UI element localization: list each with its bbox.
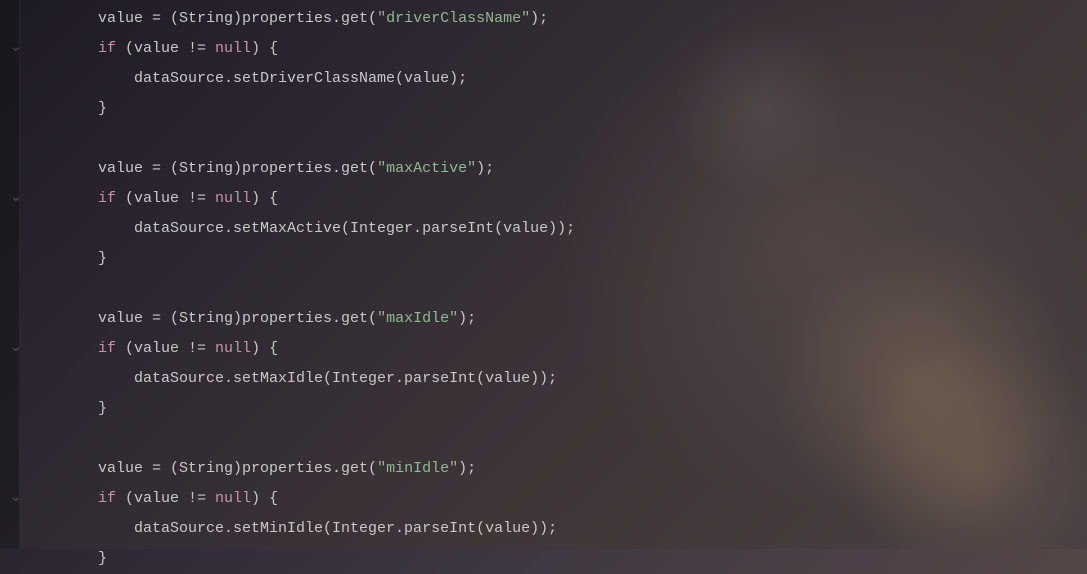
code-token-plain: value = (: [98, 460, 179, 477]
code-line[interactable]: dataSource.setDriverClassName(value);: [98, 64, 1087, 94]
code-token-plain: ) {: [251, 40, 278, 57]
code-token-plain: ) {: [251, 190, 278, 207]
code-token-plain: value = (: [98, 10, 179, 27]
code-token-keyword: if: [98, 40, 116, 57]
code-token-keyword-null: null: [215, 190, 251, 207]
code-line[interactable]: value = (String)properties.get("maxActiv…: [98, 154, 1087, 184]
editor-gutter: ⌄⌄⌄⌄: [0, 0, 20, 549]
code-line[interactable]: if (value != null) {: [98, 334, 1087, 364]
code-line[interactable]: if (value != null) {: [98, 484, 1087, 514]
code-token-string: "driverClassName": [377, 10, 530, 27]
code-token-plain: (value !=: [116, 190, 215, 207]
code-editor-area[interactable]: value = (String)properties.get("driverCl…: [20, 0, 1087, 574]
code-token-plain: dataSource.setMaxIdle(Integer.parseInt(v…: [134, 370, 557, 387]
code-token-plain: String: [179, 460, 233, 477]
code-token-plain: ) {: [251, 340, 278, 357]
code-token-keyword: if: [98, 490, 116, 507]
code-line[interactable]: dataSource.setMaxActive(Integer.parseInt…: [98, 214, 1087, 244]
code-token-string: "maxActive": [377, 160, 476, 177]
code-line[interactable]: if (value != null) {: [98, 184, 1087, 214]
code-token-plain: );: [458, 460, 476, 477]
code-line[interactable]: value = (String)properties.get("driverCl…: [98, 4, 1087, 34]
code-token-brace: }: [98, 400, 107, 417]
code-token-keyword: if: [98, 340, 116, 357]
code-token-keyword-null: null: [215, 340, 251, 357]
code-token-plain: String: [179, 160, 233, 177]
code-token-plain: dataSource.setMinIdle(Integer.parseInt(v…: [134, 520, 557, 537]
code-line[interactable]: [98, 124, 1087, 154]
code-token-plain: String: [179, 310, 233, 327]
code-token-plain: dataSource.setMaxActive(Integer.parseInt…: [134, 220, 575, 237]
code-token-plain: (value !=: [116, 490, 215, 507]
code-line[interactable]: [98, 274, 1087, 304]
code-line[interactable]: [98, 424, 1087, 454]
code-token-plain: )properties.get(: [233, 10, 377, 27]
code-token-plain: )properties.get(: [233, 460, 377, 477]
code-token-brace: }: [98, 550, 107, 567]
code-token-plain: value = (: [98, 160, 179, 177]
code-token-keyword-null: null: [215, 490, 251, 507]
code-token-plain: );: [530, 10, 548, 27]
code-token-plain: );: [458, 310, 476, 327]
code-line[interactable]: }: [98, 244, 1087, 274]
code-token-plain: );: [476, 160, 494, 177]
code-token-plain: ) {: [251, 490, 278, 507]
code-token-plain: String: [179, 10, 233, 27]
code-token-brace: }: [98, 250, 107, 267]
code-token-keyword-null: null: [215, 40, 251, 57]
code-token-brace: }: [98, 100, 107, 117]
code-token-plain: (value !=: [116, 40, 215, 57]
code-line[interactable]: dataSource.setMinIdle(Integer.parseInt(v…: [98, 514, 1087, 544]
code-token-string: "maxIdle": [377, 310, 458, 327]
code-token-plain: dataSource.setDriverClassName(value);: [134, 70, 467, 87]
code-line[interactable]: if (value != null) {: [98, 34, 1087, 64]
code-token-plain: )properties.get(: [233, 310, 377, 327]
code-token-string: "minIdle": [377, 460, 458, 477]
code-token-plain: )properties.get(: [233, 160, 377, 177]
code-token-keyword: if: [98, 190, 116, 207]
code-token-plain: value = (: [98, 310, 179, 327]
code-line[interactable]: value = (String)properties.get("minIdle"…: [98, 454, 1087, 484]
code-line[interactable]: dataSource.setMaxIdle(Integer.parseInt(v…: [98, 364, 1087, 394]
code-line[interactable]: value = (String)properties.get("maxIdle"…: [98, 304, 1087, 334]
code-line[interactable]: }: [98, 94, 1087, 124]
code-token-plain: (value !=: [116, 340, 215, 357]
code-line[interactable]: }: [98, 394, 1087, 424]
